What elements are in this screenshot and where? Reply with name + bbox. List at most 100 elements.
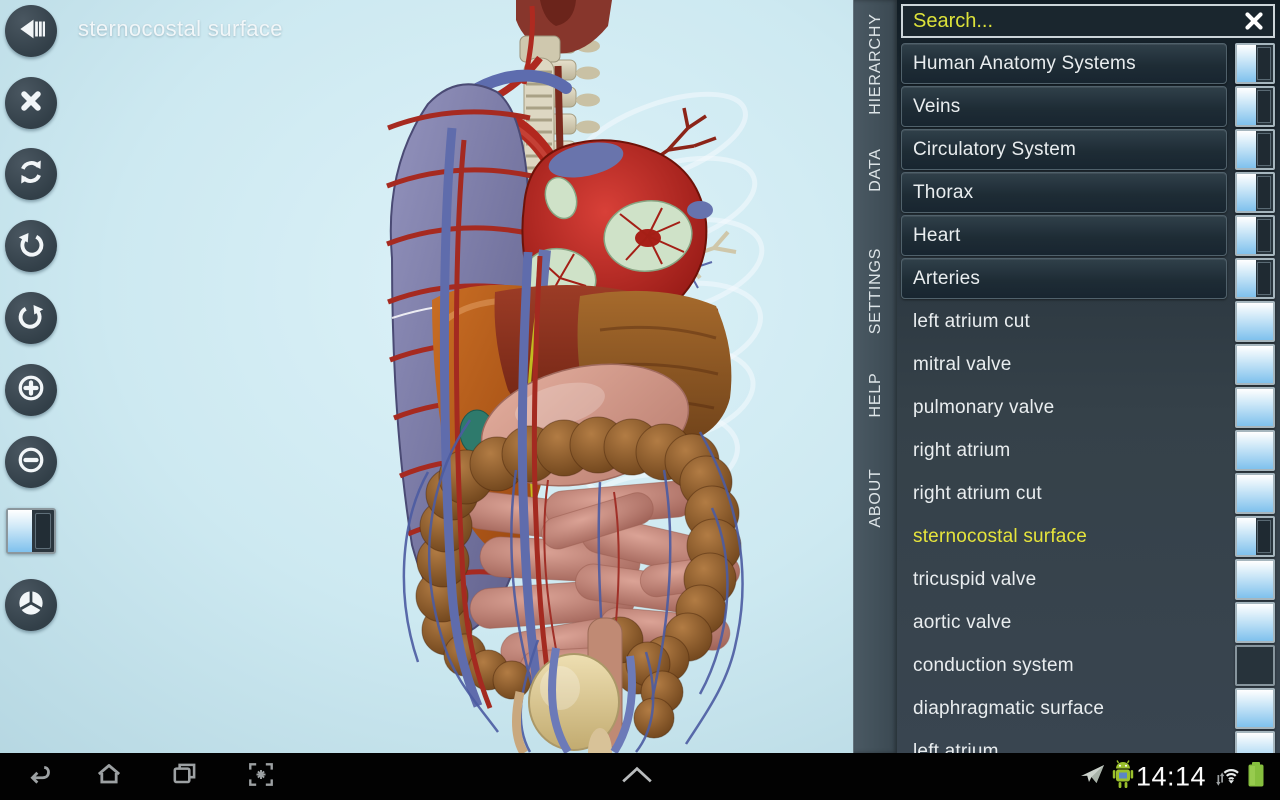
list-item[interactable]: Heart [901, 215, 1275, 256]
leaf-button[interactable]: tricuspid valve [901, 569, 1227, 591]
rotate-right-button[interactable] [5, 292, 57, 344]
visibility-checkbox[interactable] [1235, 86, 1275, 127]
model-viewport[interactable]: sternocostal surface [0, 0, 853, 753]
toggle-off-half [34, 513, 51, 549]
rotate-right-icon [16, 301, 46, 336]
leaf-button[interactable]: left atrium [901, 741, 1227, 754]
plane-icon [1078, 760, 1108, 793]
selected-structure-label: sternocostal surface [78, 16, 283, 41]
tab-help[interactable]: HELP [867, 373, 885, 418]
back-button[interactable] [5, 5, 57, 57]
group-button[interactable]: Arteries [901, 258, 1227, 299]
visibility-checkbox[interactable] [1235, 430, 1275, 471]
group-button[interactable]: Circulatory System [901, 129, 1227, 170]
anatomy-3d-model[interactable] [0, 0, 853, 753]
visibility-checkbox[interactable] [1235, 473, 1275, 514]
tab-settings[interactable]: SETTINGS [867, 248, 885, 334]
visibility-checkbox[interactable] [1235, 344, 1275, 385]
leaf-button[interactable]: right atrium cut [901, 483, 1227, 505]
tray-expand-button[interactable] [620, 764, 654, 789]
visibility-checkbox[interactable] [1235, 258, 1275, 299]
list-item[interactable]: Arteries [901, 258, 1275, 299]
layer-visibility-toggle[interactable] [6, 508, 56, 554]
leaf-button[interactable]: left atrium cut [901, 311, 1227, 333]
leaf-button[interactable]: conduction system [901, 655, 1227, 677]
leaf-button[interactable]: diaphragmatic surface [901, 698, 1227, 720]
group-button[interactable]: Thorax [901, 172, 1227, 213]
group-button[interactable]: Heart [901, 215, 1227, 256]
visibility-checkbox[interactable] [1235, 731, 1275, 753]
zoom-out-icon [16, 445, 46, 480]
list-item[interactable]: Thorax [901, 172, 1275, 213]
wifi-signal-icon [1214, 759, 1242, 794]
visibility-checkbox[interactable] [1235, 387, 1275, 428]
rotate-left-icon [16, 229, 46, 264]
group-button[interactable]: Human Anatomy Systems [901, 43, 1227, 84]
list-item[interactable]: tricuspid valve [901, 559, 1275, 600]
item-label: aortic valve [913, 611, 1012, 633]
item-label: pulmonary valve [913, 396, 1055, 418]
refresh-button[interactable] [5, 148, 57, 200]
hierarchy-list: Human Anatomy Systems Veins Circulatory … [901, 43, 1275, 753]
group-button[interactable]: Veins [901, 86, 1227, 127]
visibility-checkbox[interactable] [1235, 172, 1275, 213]
list-item[interactable]: left atrium cut [901, 301, 1275, 342]
list-item[interactable]: conduction system [901, 645, 1275, 686]
item-label: Circulatory System [913, 138, 1077, 160]
visibility-checkbox[interactable] [1235, 301, 1275, 342]
list-item[interactable]: right atrium [901, 430, 1275, 471]
nav-screenshot-icon [246, 759, 276, 794]
list-item[interactable]: sternocostal surface [901, 516, 1275, 557]
rotate-left-button[interactable] [5, 220, 57, 272]
list-item[interactable]: Circulatory System [901, 129, 1275, 170]
list-item[interactable]: Veins [901, 86, 1275, 127]
list-item[interactable]: diaphragmatic surface [901, 688, 1275, 729]
visibility-checkbox[interactable] [1235, 602, 1275, 643]
list-item[interactable]: mitral valve [901, 344, 1275, 385]
visibility-checkbox[interactable] [1235, 129, 1275, 170]
nav-home-button[interactable] [94, 759, 124, 794]
leaf-button[interactable]: right atrium [901, 440, 1227, 462]
leaf-button[interactable]: pulmonary valve [901, 397, 1227, 419]
search-input[interactable] [911, 8, 1241, 34]
item-label: tricuspid valve [913, 568, 1037, 590]
zoom-in-button[interactable] [5, 364, 57, 416]
tab-about[interactable]: ABOUT [867, 468, 885, 527]
leaf-button[interactable]: mitral valve [901, 354, 1227, 376]
visibility-checkbox[interactable] [1235, 645, 1275, 686]
list-item[interactable]: Human Anatomy Systems [901, 43, 1275, 84]
chevron-up-icon [620, 764, 654, 789]
android-update-icon [1110, 759, 1136, 794]
visibility-checkbox[interactable] [1235, 43, 1275, 84]
close-model-button[interactable] [5, 77, 57, 129]
side-tab-strip: HIERARCHY DATA SETTINGS HELP ABOUT [853, 0, 898, 753]
sphere-view-button[interactable] [5, 579, 57, 631]
visibility-checkbox[interactable] [1235, 516, 1275, 557]
item-label: left atrium [913, 740, 999, 754]
list-item[interactable]: pulmonary valve [901, 387, 1275, 428]
tab-hierarchy[interactable]: HIERARCHY [867, 13, 885, 114]
nav-back-button[interactable] [26, 759, 56, 794]
nav-screenshot-button[interactable] [246, 759, 276, 794]
list-item[interactable]: aortic valve [901, 602, 1275, 643]
item-label: left atrium cut [913, 310, 1031, 332]
zoom-in-icon [16, 373, 46, 408]
toggle-on-half [8, 510, 32, 552]
list-item[interactable]: left atrium [901, 731, 1275, 753]
bladder [528, 653, 620, 753]
zoom-out-button[interactable] [5, 436, 57, 488]
android-navbar: 14:14 [0, 753, 1280, 800]
nav-recents-button[interactable] [170, 759, 200, 794]
battery-icon [1244, 759, 1268, 794]
close-panel-icon[interactable] [1241, 8, 1267, 34]
visibility-checkbox[interactable] [1235, 559, 1275, 600]
close-icon [16, 86, 46, 121]
nav-home-icon [94, 759, 124, 794]
visibility-checkbox[interactable] [1235, 215, 1275, 256]
visibility-checkbox[interactable] [1235, 688, 1275, 729]
tab-data[interactable]: DATA [867, 148, 885, 192]
leaf-button[interactable]: aortic valve [901, 612, 1227, 634]
notification-plane-icon [1078, 760, 1108, 793]
leaf-button[interactable]: sternocostal surface [901, 526, 1227, 548]
list-item[interactable]: right atrium cut [901, 473, 1275, 514]
